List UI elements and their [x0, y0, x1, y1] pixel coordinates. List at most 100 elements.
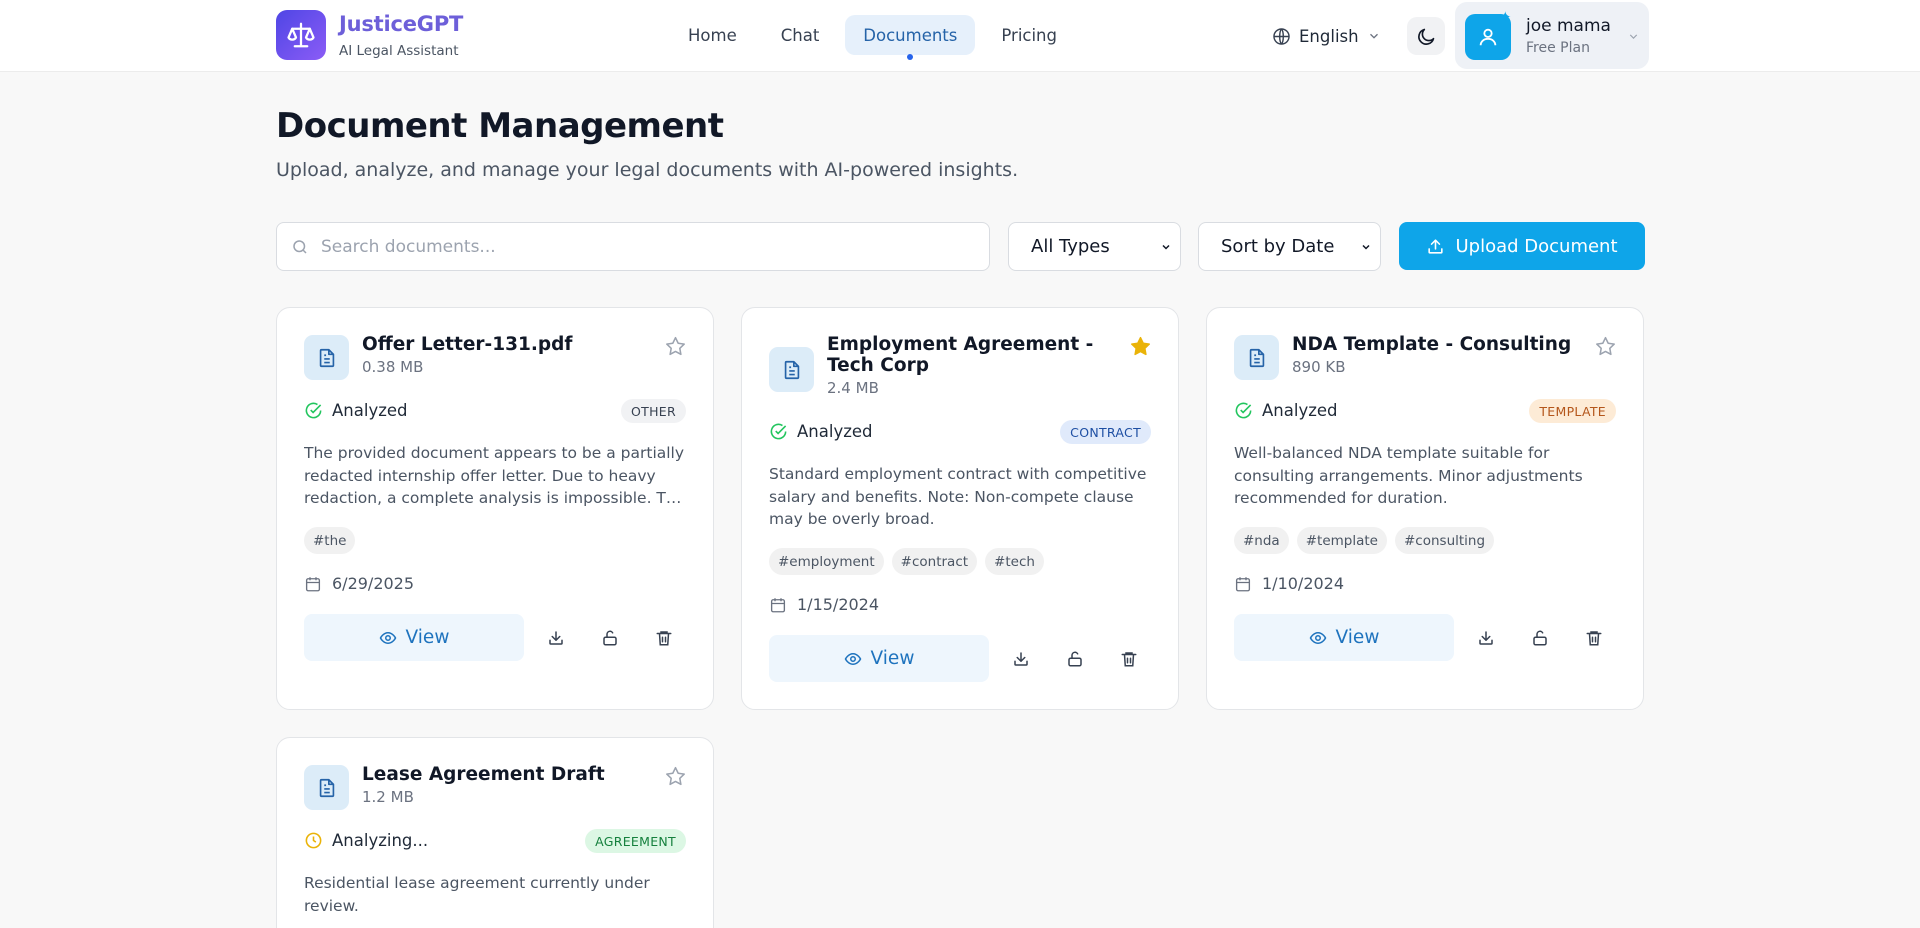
calendar-icon [770, 597, 786, 612]
upload-document-button[interactable]: Upload Document [1399, 222, 1645, 270]
lock-button[interactable] [1060, 644, 1090, 674]
document-description: Standard employment contract with compet… [769, 465, 1147, 528]
user-plan: Free Plan [1526, 40, 1590, 56]
brand-subtitle: AI Legal Assistant [339, 43, 459, 59]
unlock-icon [1068, 651, 1082, 667]
document-description: The provided document appears to be a pa… [304, 444, 686, 507]
type-badge: AGREEMENT [585, 829, 686, 853]
file-icon [1234, 335, 1279, 380]
scales-icon [287, 22, 315, 48]
tag[interactable]: #tech [985, 548, 1044, 575]
document-date: 1/10/2024 [1234, 574, 1344, 593]
document-card: Employment Agreement - Tech Corp 2.4 MB … [741, 307, 1179, 710]
document-card: Lease Agreement Draft 1.2 MB Analyzing..… [276, 737, 714, 928]
download-icon [1014, 652, 1028, 666]
star-icon[interactable] [664, 335, 687, 358]
chevron-down-icon [1162, 244, 1170, 250]
search-input[interactable] [321, 223, 981, 270]
language-selector[interactable]: English [1272, 22, 1381, 50]
document-size: 890 KB [1292, 358, 1346, 376]
status-label: Analyzed [332, 401, 408, 420]
upload-label: Upload Document [1455, 235, 1618, 257]
document-title[interactable]: Employment Agreement - Tech Corp [827, 334, 1117, 376]
theme-toggle-button[interactable] [1407, 17, 1445, 55]
analysis-status: Analyzed [304, 401, 408, 420]
download-button[interactable] [1471, 623, 1501, 653]
tag[interactable]: #employment [769, 548, 884, 575]
download-button[interactable] [541, 623, 571, 653]
type-filter-value: All Types [1031, 236, 1110, 257]
nav-documents[interactable]: Documents [845, 15, 976, 60]
page-title: Document Management [276, 106, 724, 146]
chevron-down-icon [1369, 33, 1378, 39]
tag[interactable]: #consulting [1394, 527, 1495, 554]
nav-chat[interactable]: Chat [763, 15, 838, 55]
globe-icon [1273, 27, 1290, 45]
tag[interactable]: #contract [891, 548, 978, 575]
calendar-icon [1235, 576, 1251, 591]
document-size: 1.2 MB [362, 788, 414, 806]
download-icon [1479, 631, 1493, 645]
document-size: 2.4 MB [827, 379, 879, 397]
eye-icon [844, 652, 861, 665]
star-icon[interactable] [1129, 335, 1152, 358]
lock-button[interactable] [1525, 623, 1555, 653]
user-icon [1479, 28, 1497, 46]
nav-pricing[interactable]: Pricing [983, 15, 1075, 55]
logo[interactable] [276, 10, 326, 60]
document-date: 6/29/2025 [304, 574, 414, 593]
page-subtitle: Upload, analyze, and manage your legal d… [276, 159, 1019, 181]
document-description: Residential lease agreement currently un… [304, 874, 650, 915]
type-badge: CONTRACT [1060, 420, 1151, 444]
type-filter-select[interactable]: All Types [1008, 222, 1181, 271]
upload-icon [1428, 238, 1444, 254]
tag[interactable]: #the [304, 527, 356, 554]
eye-icon [379, 631, 396, 644]
document-title[interactable]: NDA Template - Consulting [1292, 334, 1582, 355]
tag[interactable]: #nda [1234, 527, 1289, 554]
star-icon[interactable] [664, 765, 687, 788]
status-label: Analyzing... [332, 831, 429, 850]
document-title[interactable]: Offer Letter-131.pdf [362, 334, 652, 355]
trash-icon [1121, 652, 1137, 667]
document-description: Well-balanced NDA template suitable for … [1234, 444, 1583, 507]
eye-icon [1309, 631, 1326, 644]
language-label: English [1299, 26, 1359, 46]
sort-select[interactable]: Sort by Date [1198, 222, 1381, 271]
nav-home[interactable]: Home [670, 15, 755, 55]
view-button[interactable]: View [1234, 614, 1454, 661]
view-button[interactable]: View [304, 614, 524, 661]
search-icon [293, 240, 307, 254]
check-circle-icon [305, 402, 322, 419]
document-title[interactable]: Lease Agreement Draft [362, 764, 652, 785]
delete-button[interactable] [1579, 623, 1609, 653]
chevron-down-icon [1629, 34, 1638, 39]
document-size: 0.38 MB [362, 358, 424, 376]
view-label: View [870, 648, 915, 669]
chevron-down-icon [1362, 244, 1370, 250]
tag[interactable]: #template [1296, 527, 1387, 554]
delete-button[interactable] [1114, 644, 1144, 674]
analysis-status: Analyzed [769, 422, 873, 441]
check-circle-icon [1235, 402, 1252, 419]
unlock-icon [603, 630, 617, 646]
clock-icon [305, 832, 322, 849]
trash-icon [1586, 631, 1602, 646]
search-box [276, 222, 990, 271]
analysis-status: Analyzed [1234, 401, 1338, 420]
user-menu[interactable]: ✦ joe mama Free Plan [1455, 2, 1649, 69]
file-icon [304, 335, 349, 380]
analysis-status: Analyzing... [304, 831, 428, 850]
status-label: Analyzed [797, 422, 873, 441]
tag-list: #nda #template #consulting [1234, 527, 1495, 554]
download-button[interactable] [1006, 644, 1036, 674]
star-icon[interactable] [1594, 335, 1617, 358]
trash-icon [656, 631, 672, 646]
brand-name[interactable]: JusticeGPT [339, 12, 463, 36]
lock-button[interactable] [595, 623, 625, 653]
delete-button[interactable] [649, 623, 679, 653]
date-label: 6/29/2025 [332, 574, 415, 593]
type-badge: OTHER [621, 399, 686, 423]
status-label: Analyzed [1262, 401, 1338, 420]
view-button[interactable]: View [769, 635, 989, 682]
